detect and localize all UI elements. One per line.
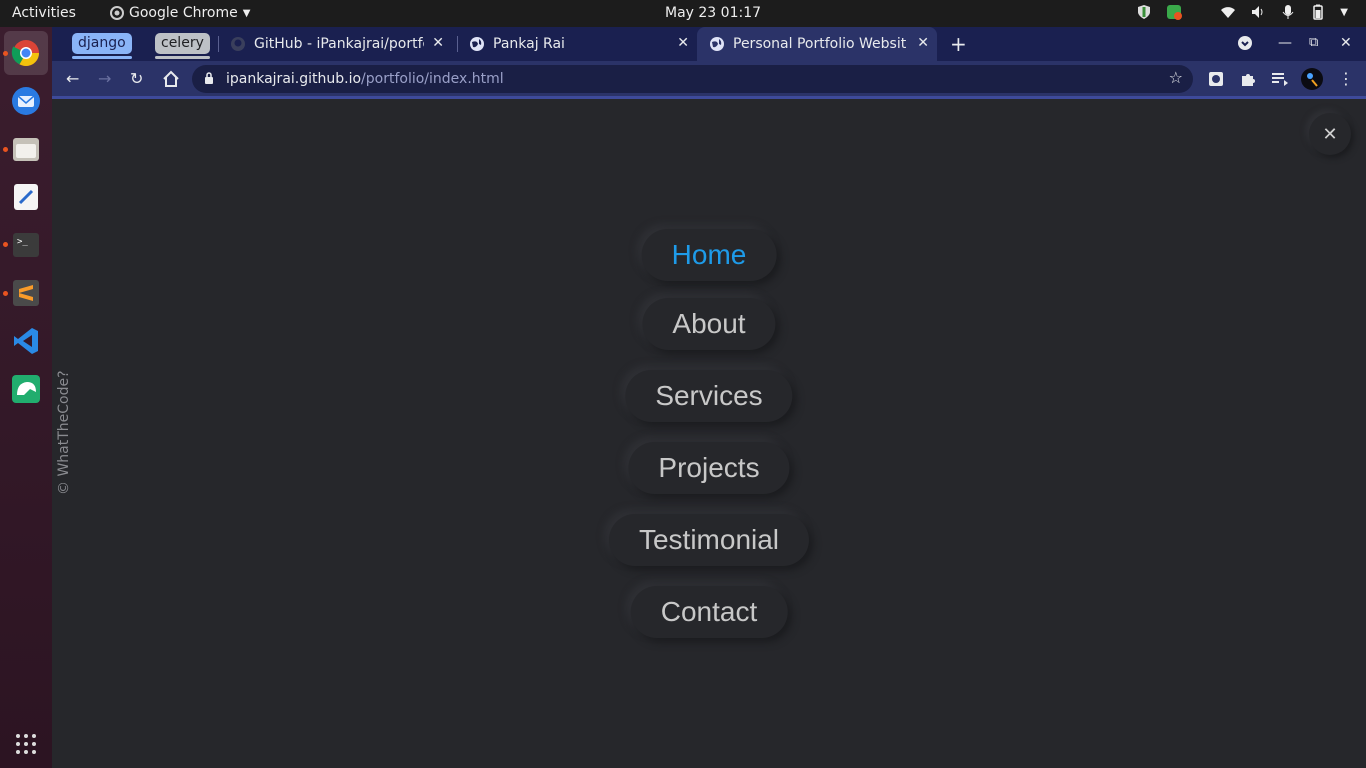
app-menu[interactable]: Google Chrome ▼ (110, 5, 250, 21)
dock-thunderbird[interactable] (10, 85, 42, 117)
dock-app[interactable] (10, 373, 42, 405)
nav-home[interactable]: Home (641, 229, 777, 281)
dock-chrome[interactable] (4, 31, 48, 75)
tab-pankaj-rai[interactable]: Pankaj Rai ✕ (469, 27, 697, 61)
terminal-icon: >_ (13, 233, 39, 257)
app-name: Google Chrome (129, 5, 238, 21)
dock-files[interactable] (10, 133, 42, 165)
media-queue-icon[interactable] (1271, 71, 1289, 87)
credit-text: © WhatTheCode? (56, 370, 72, 495)
tab-group-label: django (78, 35, 126, 51)
tab-group-django[interactable]: django (72, 33, 132, 59)
tab-group-label: celery (161, 35, 204, 51)
dock-terminal[interactable]: >_ (10, 229, 42, 261)
tab-group-underline (72, 56, 132, 59)
close-window-icon[interactable]: ✕ (1340, 35, 1352, 51)
thunderbird-icon (12, 87, 40, 115)
text-editor-icon (14, 184, 38, 210)
bookmark-star-icon[interactable]: ☆ (1169, 68, 1183, 87)
close-tab-icon[interactable]: ✕ (432, 35, 444, 51)
sublime-text-icon (13, 280, 39, 306)
running-indicator (3, 147, 8, 152)
svg-text:>_: >_ (17, 237, 28, 247)
battery-icon[interactable] (1310, 4, 1326, 20)
tab-github[interactable]: GitHub - iPankajrai/portfo ✕ (230, 27, 452, 61)
lock-icon[interactable] (204, 71, 214, 85)
browser-window: django celery GitHub - iPankajrai/portfo… (52, 27, 1366, 99)
shield-icon[interactable] (1136, 4, 1152, 20)
new-tab-icon[interactable]: + (950, 32, 967, 56)
close-tab-icon[interactable]: ✕ (677, 35, 689, 51)
vscode-icon (14, 328, 38, 354)
update-icon[interactable] (1166, 4, 1183, 20)
dock-text-editor[interactable] (10, 181, 42, 213)
microphone-icon[interactable] (1280, 4, 1296, 20)
tab-group-celery[interactable]: celery (155, 33, 210, 59)
menu-kebab-icon[interactable]: ⋮ (1338, 69, 1354, 88)
forward-icon[interactable]: → (98, 69, 111, 88)
chrome-icon (11, 40, 40, 67)
close-menu-button[interactable]: ✕ (1309, 113, 1351, 155)
url-text[interactable]: ipankajrai.github.io/portfolio/index.htm… (226, 71, 504, 87)
nav-about[interactable]: About (642, 298, 776, 350)
browser-toolbar: ← → ↻ ipankajrai.github.io/portfolio/ind… (52, 61, 1366, 99)
nav-services[interactable]: Services (625, 370, 793, 422)
minimize-icon[interactable]: — (1278, 35, 1292, 51)
back-icon[interactable]: ← (66, 69, 79, 88)
profile-avatar[interactable] (1300, 67, 1324, 91)
wifi-icon[interactable] (1220, 4, 1236, 20)
tab-separator (457, 36, 458, 52)
url-path: /portfolio/index.html (361, 71, 504, 87)
running-indicator (3, 51, 8, 56)
address-bar[interactable]: ipankajrai.github.io/portfolio/index.htm… (192, 65, 1193, 93)
globe-icon (470, 37, 484, 51)
tab-title: GitHub - iPankajrai/portfo (254, 36, 424, 52)
nav-projects[interactable]: Projects (628, 442, 790, 494)
chevron-down-icon: ▼ (242, 7, 251, 19)
tab-portfolio[interactable]: Personal Portfolio Websit ✕ (697, 27, 937, 61)
clock[interactable]: May 23 01:17 (665, 5, 761, 21)
dock-vscode[interactable] (10, 325, 42, 357)
dock: >_ (0, 27, 52, 768)
show-apps-button[interactable] (10, 728, 42, 758)
globe-icon (710, 37, 724, 51)
tab-search-icon[interactable] (1237, 35, 1253, 51)
close-icon: ✕ (1322, 123, 1338, 145)
volume-icon[interactable] (1250, 4, 1266, 20)
chrome-icon (110, 6, 124, 20)
chevron-down-icon[interactable]: ▼ (1340, 7, 1348, 18)
puzzle-icon[interactable] (1240, 71, 1256, 87)
system-tray[interactable]: ▼ (1136, 4, 1348, 20)
tab-group-underline (155, 56, 210, 59)
nav-contact[interactable]: Contact (630, 586, 788, 638)
reload-icon[interactable]: ↻ (130, 69, 143, 88)
tab-title: Pankaj Rai (493, 36, 565, 52)
extension-icon[interactable] (1208, 71, 1224, 87)
restore-icon[interactable]: ⧉ (1309, 35, 1318, 50)
tab-title: Personal Portfolio Websit (733, 36, 907, 52)
home-icon[interactable] (162, 70, 180, 88)
nav-testimonial[interactable]: Testimonial (608, 514, 810, 566)
close-tab-icon[interactable]: ✕ (917, 35, 929, 51)
system-top-bar: Activities Google Chrome ▼ May 23 01:17 … (0, 0, 1366, 27)
running-indicator (3, 291, 8, 296)
grid-icon (16, 734, 36, 754)
dock-sublime[interactable] (10, 277, 42, 309)
folder-icon (13, 138, 39, 161)
running-indicator (3, 242, 8, 247)
page-content: ✕ © WhatTheCode? Home About Services Pro… (52, 99, 1366, 768)
tab-strip: django celery GitHub - iPankajrai/portfo… (52, 27, 1366, 61)
activities-button[interactable]: Activities (12, 5, 76, 21)
app-icon (12, 375, 40, 403)
github-icon (231, 37, 245, 51)
url-host: ipankajrai.github.io (226, 71, 362, 87)
tab-separator (218, 36, 219, 52)
